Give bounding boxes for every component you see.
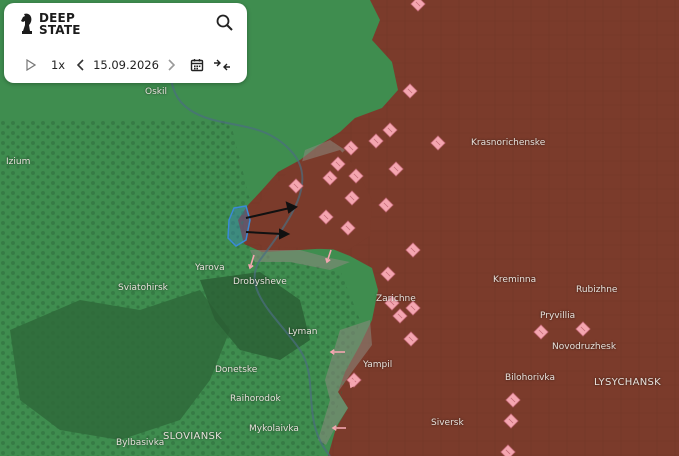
place-label: Krasnorichenske <box>471 138 546 148</box>
speed-button[interactable]: 1x <box>48 55 68 75</box>
knight-chess-icon <box>21 13 32 34</box>
compress-arrows-icon <box>214 59 230 71</box>
place-label: Pryvillia <box>540 311 576 321</box>
brand-line-2: STATE <box>39 23 81 37</box>
search-button[interactable] <box>215 13 235 33</box>
place-label: Siversk <box>431 418 464 428</box>
play-button[interactable] <box>22 55 40 75</box>
place-label: Mykolaivka <box>249 424 299 434</box>
compare-button[interactable] <box>212 55 232 75</box>
place-label: Yarova <box>195 263 225 273</box>
place-label: SLOVIANSK <box>163 431 222 442</box>
chevron-right-icon <box>168 59 175 71</box>
previous-day-button[interactable] <box>74 55 88 75</box>
timeline-controls: 1x 15.09.2026 <box>4 51 247 79</box>
place-label: Drobysheve <box>233 277 287 287</box>
control-panel: DEEP STATE 1x 15.09.2026 <box>4 3 247 83</box>
place-label: Bilohorivka <box>505 373 555 383</box>
place-label: Sviatohirsk <box>118 283 168 293</box>
place-label: Bylbasivka <box>116 438 165 448</box>
place-label: Oskil <box>145 87 167 97</box>
place-label: Donetske <box>215 365 258 375</box>
place-label: Rubizhne <box>576 285 618 295</box>
brand-name: DEEP STATE <box>39 12 81 36</box>
next-day-button[interactable] <box>164 55 178 75</box>
place-label: LYSYCHANSK <box>594 377 661 388</box>
place-label: Lyman <box>288 327 318 337</box>
place-label: Raihorodok <box>230 394 281 404</box>
calendar-button[interactable] <box>188 55 206 75</box>
brand-logo[interactable]: DEEP STATE <box>20 12 81 36</box>
place-label: Kreminna <box>493 275 537 285</box>
search-icon <box>216 14 233 31</box>
play-icon <box>26 59 36 71</box>
place-label: Zarichne <box>376 294 416 304</box>
chevron-left-icon <box>77 59 84 71</box>
place-label: Yampil <box>363 360 393 370</box>
place-label: Novodruzhesk <box>552 342 617 352</box>
current-date[interactable]: 15.09.2026 <box>93 55 159 75</box>
place-label: Izium <box>6 157 31 167</box>
calendar-icon <box>190 59 204 72</box>
